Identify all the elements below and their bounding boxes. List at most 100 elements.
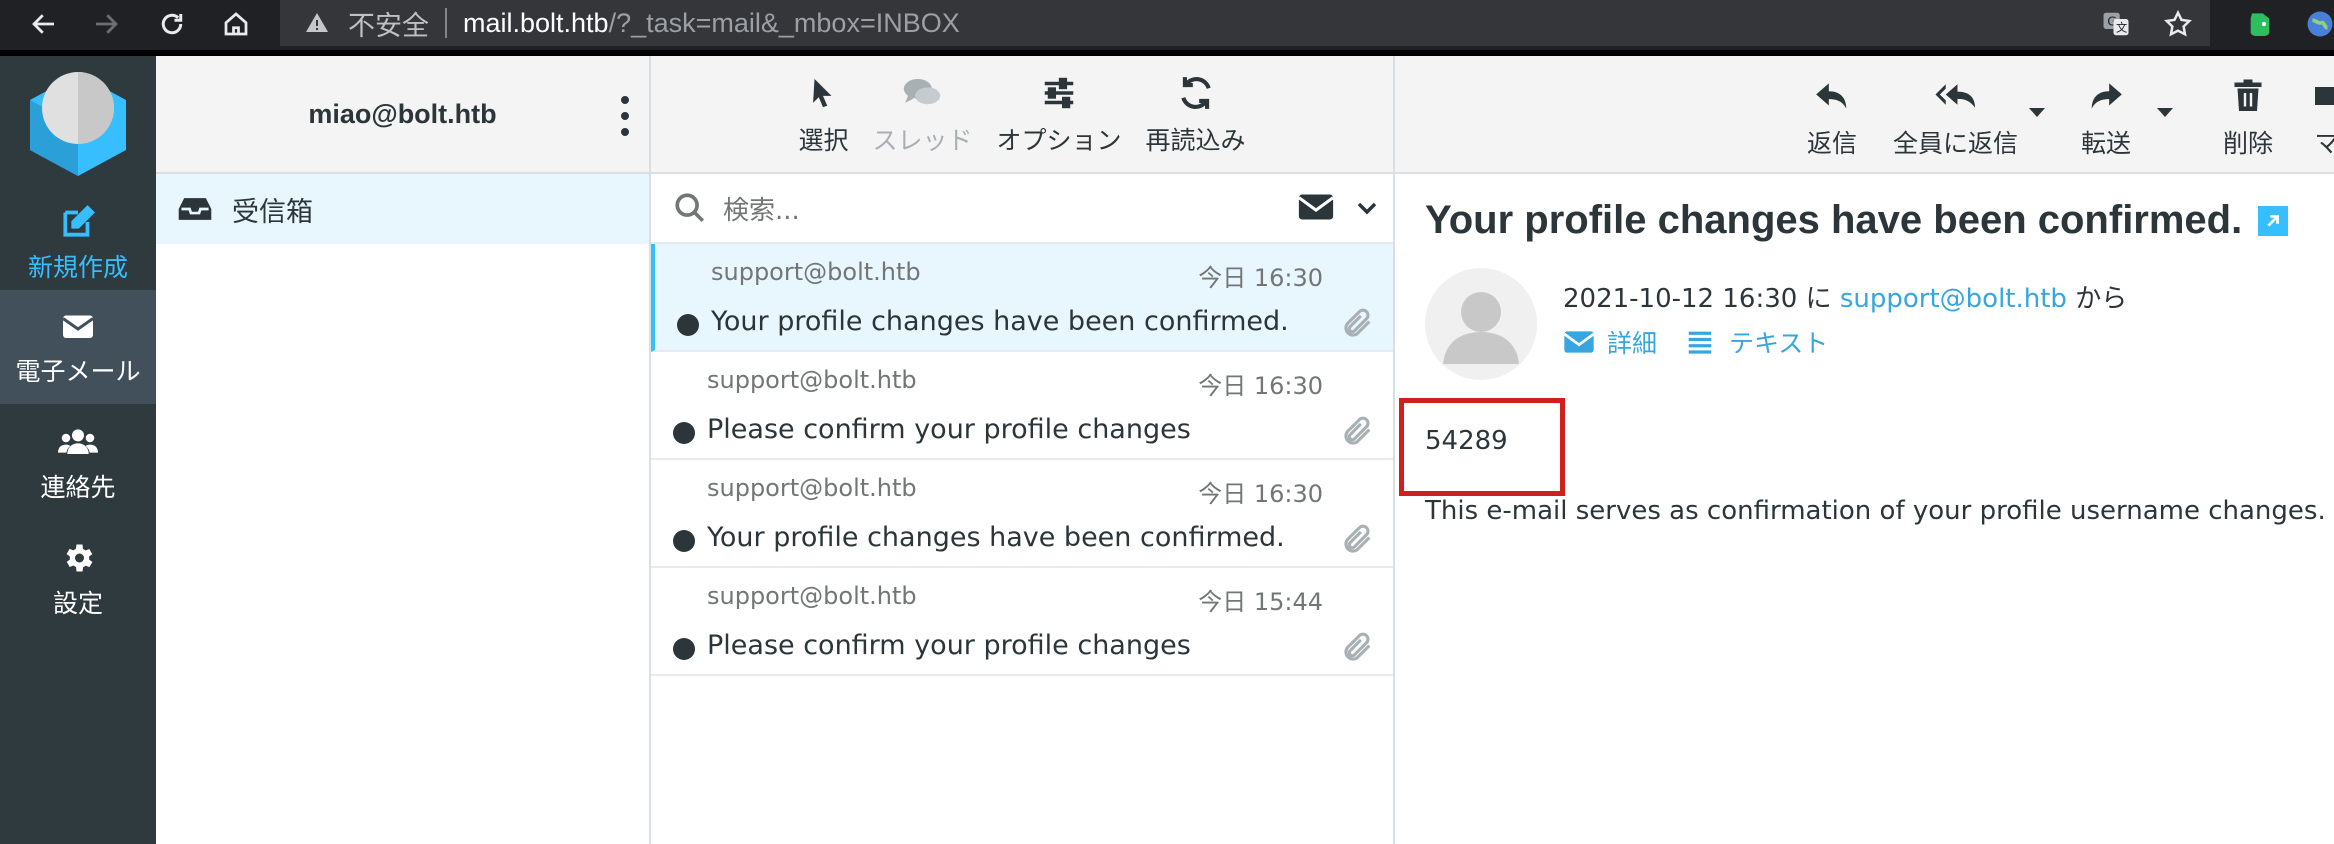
roundcube-logo [22, 66, 134, 178]
reading-pane: 返信 全員に返信 転送 削除 マ Your profile changes ha… [1395, 56, 2334, 844]
address-bar[interactable]: 不安全 mail.bolt.htb /?_task=mail&_mbox=INB… [280, 0, 2210, 46]
paperclip-icon [1341, 304, 1377, 344]
sender-link[interactable]: support@bolt.htb [1840, 284, 2067, 314]
paperclip-icon [1341, 520, 1377, 560]
refresh-label: 再読込み [1145, 126, 1246, 155]
email-header-links: 詳細 テキスト [1563, 324, 1856, 360]
home-icon[interactable] [216, 4, 256, 44]
select-button[interactable]: 選択 [798, 71, 848, 157]
reply-all-caret-icon[interactable] [2029, 108, 2045, 117]
folder-inbox[interactable]: 受信箱 [156, 174, 649, 244]
forward-arrow-icon [2084, 74, 2128, 118]
details-link[interactable]: 詳細 [1563, 324, 1657, 360]
mail-nav-item[interactable]: 電子メール [0, 290, 156, 404]
url-host: mail.bolt.htb [463, 7, 609, 38]
email-subject: Your profile changes have been confirmed… [1425, 198, 2289, 243]
message-list-toolbar: 選択 スレッド オプション 再読込み [651, 56, 1393, 174]
compose-icon [58, 202, 98, 242]
message-from: support@bolt.htb [707, 582, 917, 610]
chevron-down-icon[interactable] [1355, 196, 1379, 220]
folder-panel-header: miao@bolt.htb [156, 56, 649, 174]
gear-icon [58, 538, 98, 578]
paperclip-icon [1341, 628, 1377, 668]
url-path: /?_task=mail&_mbox=INBOX [608, 7, 960, 38]
unread-dot-icon[interactable] [673, 422, 695, 444]
compose-button[interactable]: 新規作成 [0, 186, 156, 300]
evernote-extension-icon[interactable] [2240, 4, 2280, 44]
threads-label: スレッド [872, 126, 973, 155]
folder-panel: miao@bolt.htb 受信箱 [156, 56, 651, 844]
compose-label: 新規作成 [27, 253, 128, 282]
folder-menu-icon[interactable] [615, 96, 635, 136]
bookmark-star-icon[interactable] [2158, 4, 2198, 44]
reply-label: 返信 [1807, 129, 1858, 158]
message-date: 今日 16:30 [1198, 264, 1323, 292]
message-from: support@bolt.htb [707, 366, 917, 394]
trash-icon [2226, 74, 2270, 118]
open-external-icon[interactable] [2258, 205, 2289, 236]
unread-dot-icon[interactable] [673, 638, 695, 660]
envelope-small-icon [1563, 328, 1595, 356]
details-label: 詳細 [1607, 329, 1658, 358]
contacts-label: 連絡先 [40, 473, 116, 502]
reply-all-button[interactable]: 全員に返信 [1893, 74, 2018, 160]
mark-label: マ [2314, 129, 2334, 158]
search-input[interactable]: 検索... [723, 190, 1297, 227]
account-name: miao@bolt.htb [308, 98, 497, 129]
forward-label: 転送 [2081, 129, 2132, 158]
email-date: 2021-10-12 16:30 [1563, 284, 1798, 314]
message-from: support@bolt.htb [707, 474, 917, 502]
pointer-icon [801, 71, 845, 115]
search-scope-envelope-icon[interactable] [1297, 193, 1335, 223]
unread-dot-icon[interactable] [673, 530, 695, 552]
plain-text-link[interactable]: テキスト [1685, 324, 1828, 360]
email-sender-suffix: から [2075, 284, 2128, 314]
contacts-nav-item[interactable]: 連絡先 [0, 406, 156, 520]
app-navigation: 新規作成 電子メール 連絡先 設定 [0, 56, 156, 844]
reload-icon[interactable] [152, 4, 192, 44]
message-list-panel: 選択 スレッド オプション 再読込み 検索... support@bolt.ht… [651, 56, 1395, 844]
message-row[interactable]: support@bolt.htb 今日 16:30 Your profile c… [651, 244, 1393, 352]
reply-button[interactable]: 返信 [1807, 74, 1857, 160]
contacts-icon [58, 422, 98, 462]
back-icon[interactable] [24, 4, 64, 44]
mail-label: 電子メール [15, 357, 141, 386]
security-label: 不安全 [348, 10, 429, 42]
unread-dot-icon[interactable] [677, 314, 699, 336]
refresh-icon [1174, 71, 1218, 115]
email-subject-text: Your profile changes have been confirmed… [1425, 198, 2243, 242]
message-row[interactable]: support@bolt.htb 今日 16:30 Your profile c… [651, 460, 1393, 568]
select-label: 選択 [798, 126, 849, 155]
message-subject: Please confirm your profile changes [707, 630, 1191, 661]
forward-icon[interactable] [86, 4, 126, 44]
inbox-icon [176, 194, 216, 224]
email-header-line: 2021-10-12 16:30 に support@bolt.htb から [1563, 278, 2127, 315]
translate-icon[interactable]: G文 [2096, 4, 2136, 44]
url-separator [445, 8, 447, 38]
settings-nav-item[interactable]: 設定 [0, 522, 156, 636]
email-body: This e-mail serves as confirmation of yo… [1425, 496, 2326, 526]
lines-icon [1685, 328, 1717, 356]
message-subject: Please confirm your profile changes [707, 414, 1191, 445]
forward-button[interactable]: 転送 [2081, 74, 2131, 160]
message-date: 今日 15:44 [1198, 588, 1323, 616]
delete-button[interactable]: 削除 [2223, 74, 2273, 160]
search-icon [673, 190, 709, 226]
reply-all-label: 全員に返信 [1893, 129, 2019, 158]
message-row[interactable]: support@bolt.htb 今日 15:44 Please confirm… [651, 568, 1393, 676]
options-button[interactable]: オプション [997, 71, 1122, 157]
message-row[interactable]: support@bolt.htb 今日 16:30 Please confirm… [651, 352, 1393, 460]
svg-text:文: 文 [2116, 21, 2127, 35]
paperclip-icon [1341, 412, 1377, 452]
globe-extension-icon[interactable] [2300, 4, 2334, 44]
refresh-button[interactable]: 再読込み [1146, 71, 1246, 157]
reply-icon [1810, 74, 1854, 118]
message-date: 今日 16:30 [1198, 372, 1323, 400]
mark-button[interactable]: マ [2305, 74, 2334, 160]
reader-toolbar: 返信 全員に返信 転送 削除 マ [1395, 56, 2334, 174]
search-bar[interactable]: 検索... [651, 174, 1393, 244]
threads-button[interactable]: スレッド [872, 71, 973, 157]
forward-caret-icon[interactable] [2157, 108, 2173, 117]
comments-icon [900, 71, 944, 115]
envelope-icon [58, 306, 98, 346]
